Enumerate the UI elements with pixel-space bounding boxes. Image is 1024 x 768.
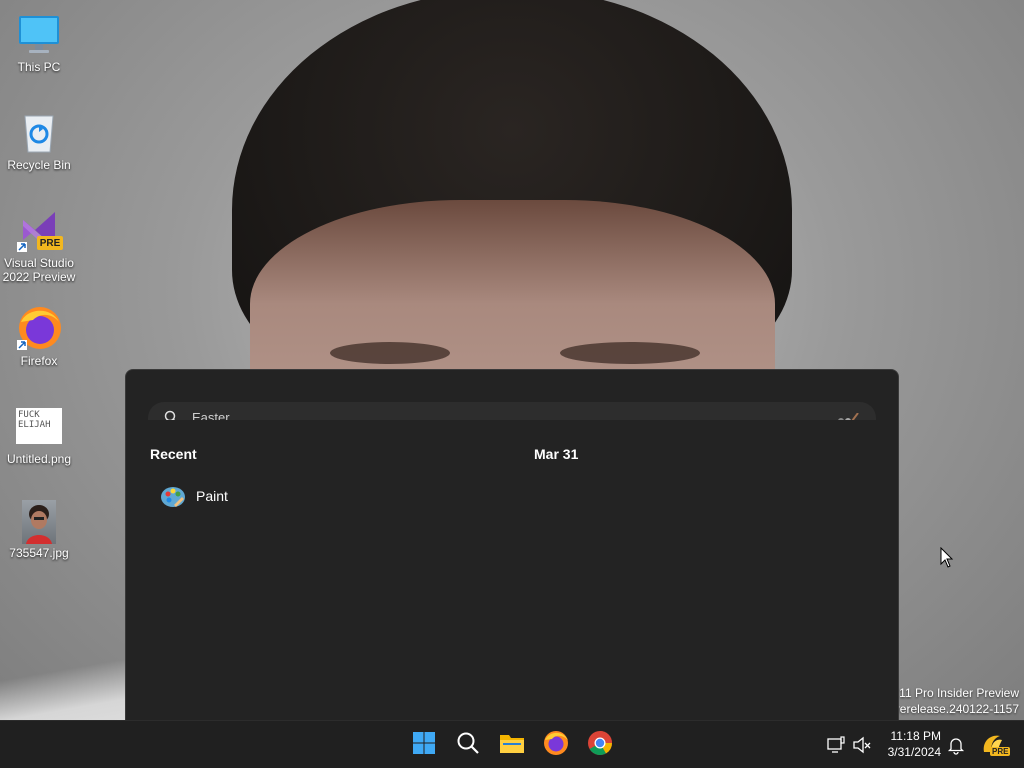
search-box[interactable]: Easter [148,402,876,420]
photo-file-icon [22,500,56,544]
insider-preview-tray-icon[interactable]: PRE [980,732,1011,758]
notification-bell-icon[interactable] [946,735,966,755]
desktop-icon-recycle-bin[interactable]: Recycle Bin [2,104,76,172]
recent-heading: Recent [150,446,197,462]
desktop-icon-untitled-png[interactable]: FUCK ELIJAH Untitled.png [2,398,76,466]
network-icon[interactable] [826,735,846,755]
paint-icon [160,483,186,509]
mouse-cursor-icon [940,546,954,574]
windows-watermark: ; 11 Pro Insider Preview prerelease.2401… [889,685,1019,717]
search-highlight-icon [836,410,860,420]
watermark-edition: ; 11 Pro Insider Preview [892,686,1020,700]
clock-date: 3/31/2024 [887,745,941,759]
desktop-icon-735547-jpg[interactable]: 735547.jpg [2,496,76,560]
chrome-icon [587,730,613,761]
system-clock[interactable]: 11:18 PM 3/31/2024 [888,728,941,760]
pre-badge: PRE [990,747,1011,756]
watermark-build: prerelease.240122-1157 [889,702,1019,716]
firefox-taskbar-button[interactable] [540,729,572,761]
thumbnail-text: FUCK ELIJAH [18,410,51,430]
pre-badge: PRE [39,238,61,249]
desktop-icon-label: Firefox [20,354,58,368]
desktop-icon-label: Visual Studio 2022 Preview [2,256,76,284]
desktop-icon-label: Recycle Bin [7,158,71,172]
desktop-icon-label: 735547.jpg [9,546,69,560]
visual-studio-icon: PRE [15,206,63,254]
firefox-icon [15,304,63,352]
this-pc-icon [15,10,63,58]
wallpaper-left-brow [330,342,450,364]
start-icon [412,731,436,760]
start-button[interactable] [408,729,440,761]
chrome-taskbar-button[interactable] [584,729,616,761]
desktop-icon-firefox[interactable]: Firefox [2,300,76,368]
search-icon [456,731,480,760]
clock-time: 11:18 PM [890,729,941,743]
date-heading: Mar 31 [534,446,579,462]
file-explorer-button[interactable] [496,729,528,761]
volume-muted-icon[interactable] [852,735,872,755]
recent-item-label: Paint [196,488,228,504]
image-file-icon: FUCK ELIJAH [16,408,62,444]
desktop-icon-label: Untitled.png [6,452,72,466]
wallpaper-right-brow [560,342,700,364]
search-input[interactable]: Easter [192,410,230,420]
file-explorer-icon [499,731,525,760]
desktop-icon-this-pc[interactable]: This PC [2,6,76,74]
search-icon [164,410,178,420]
desktop-icon-label: This PC [17,60,61,74]
recycle-bin-icon [15,108,63,156]
search-panel: Easter Recent Mar 31 Paint [125,369,899,721]
recent-item-paint[interactable]: Paint [150,477,510,515]
taskbar: 11:18 PM 3/31/2024 PRE [0,720,1024,768]
firefox-icon [543,730,569,761]
taskbar-search-button[interactable] [452,729,484,761]
desktop-icon-visual-studio[interactable]: PRE Visual Studio 2022 Preview [2,202,76,284]
